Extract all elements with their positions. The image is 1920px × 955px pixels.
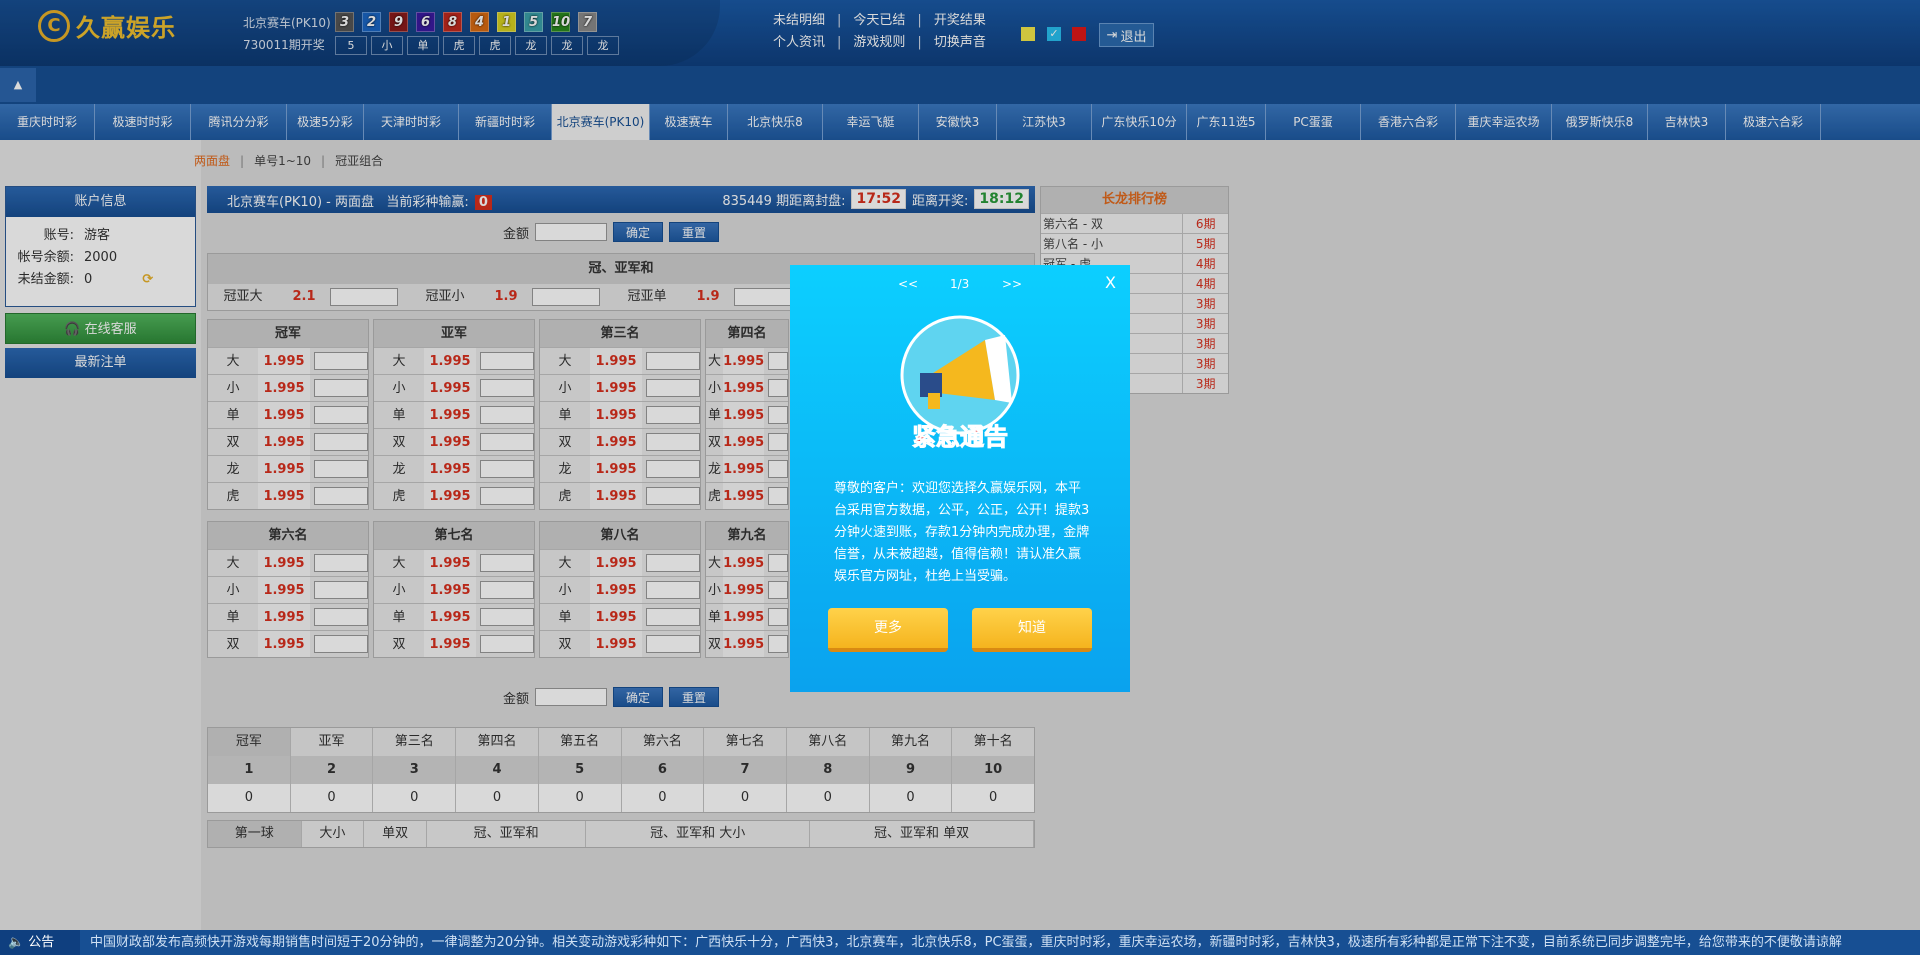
notice-label: 🔈 公告 [0,930,80,955]
megaphone-icon: 紧急通告 [900,315,1020,452]
prev-page-button[interactable]: << [898,277,918,291]
more-button[interactable]: 更多 [828,608,948,652]
page-indicator: 1/3 [950,277,970,291]
acknowledge-button[interactable]: 知道 [972,608,1092,652]
notice-modal: << 1/3 >> X 紧急通告 尊敬的客户：欢迎您选择久赢娱乐网，本平台采用官… [790,265,1130,692]
close-icon[interactable]: X [1105,273,1116,292]
next-page-button[interactable]: >> [1002,277,1022,291]
headline-text: 紧急通告 [912,423,1008,451]
notice-marquee: 中国财政部发布高频快开游戏每期销售时间短于20分钟的，一律调整为20分钟。相关变… [90,935,1842,950]
notice-footer: 🔈 公告 中国财政部发布高频快开游戏每期销售时间短于20分钟的，一律调整为20分钟… [0,930,1920,955]
notice-text: 尊敬的客户：欢迎您选择久赢娱乐网，本平台采用官方数据，公平，公正，公开！提款3分… [834,481,1090,584]
speaker-icon: 🔈 [8,935,25,950]
